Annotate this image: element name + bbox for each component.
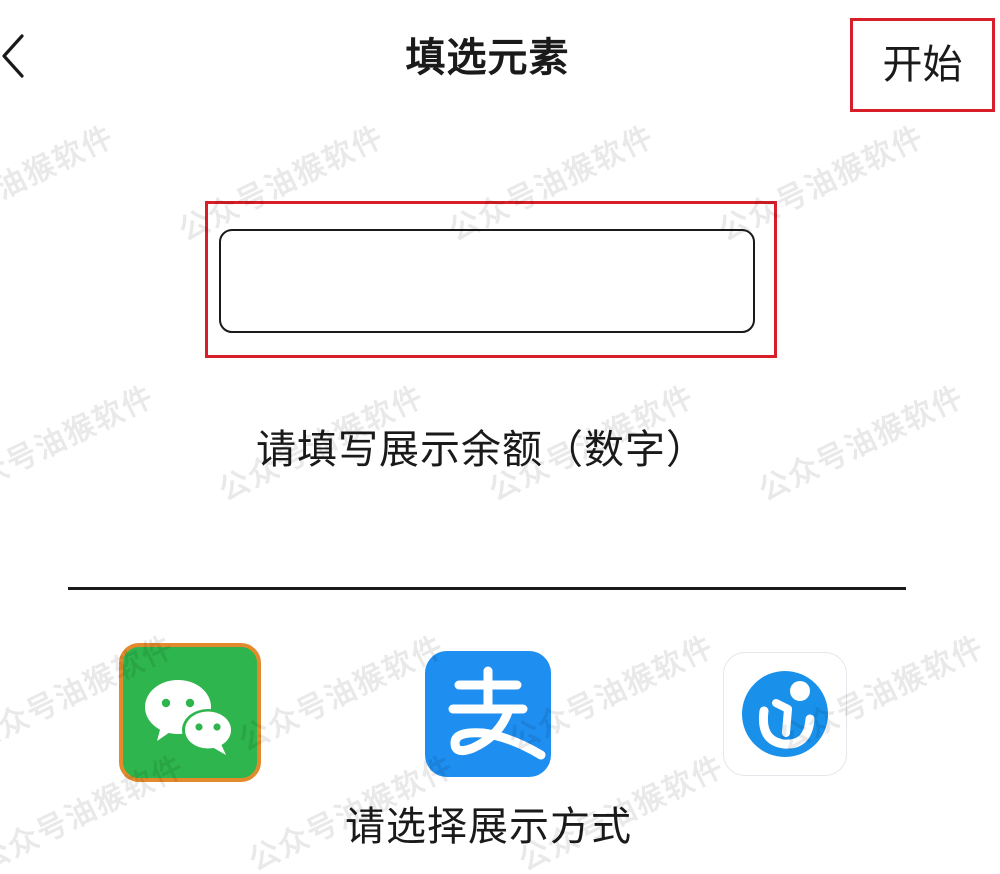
start-button[interactable]: 开始: [850, 18, 995, 112]
display-mode-label: 请选择展示方式: [345, 804, 632, 850]
person-logo-icon: [742, 671, 828, 757]
watermark-text: 公众号油猴软件: [0, 118, 121, 249]
alipay-option[interactable]: [425, 651, 551, 777]
wechat-option[interactable]: [119, 643, 261, 782]
alipay-icon: [448, 666, 546, 760]
other-app-option[interactable]: [723, 652, 847, 776]
wechat-icon: [145, 680, 234, 755]
balance-instruction-label: 请填写展示余额（数字）: [256, 427, 707, 473]
watermark-text: 公众号油猴软件: [233, 628, 451, 759]
page-title: 填选元素: [405, 35, 570, 81]
divider: [68, 587, 906, 590]
balance-input[interactable]: [219, 229, 755, 333]
